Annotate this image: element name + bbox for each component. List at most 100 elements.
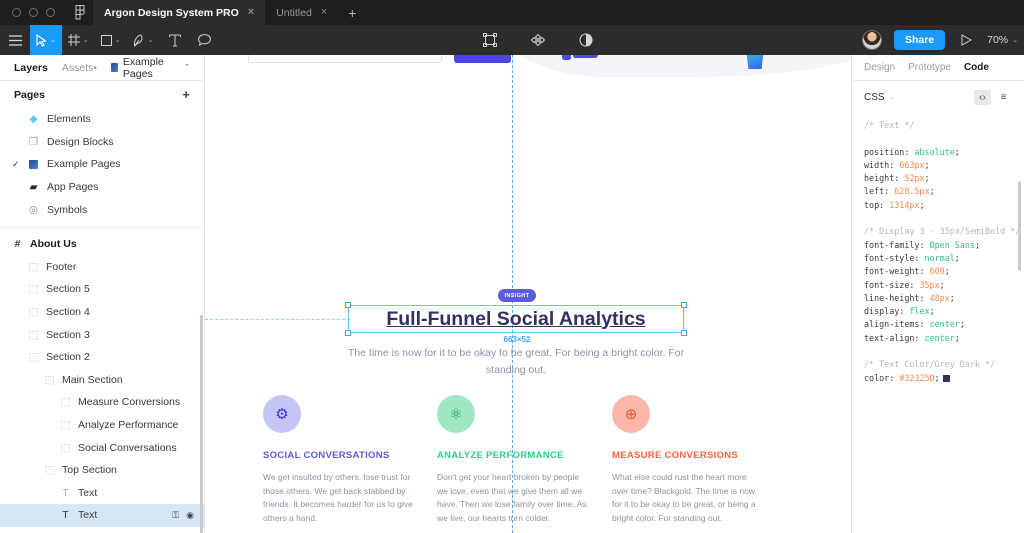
color-swatch[interactable] [942,374,950,382]
tab-code[interactable]: Code [964,62,989,73]
layer-row[interactable]: ⬚ Section 3 [0,323,204,346]
code-prop: left: [864,186,890,197]
layer-row[interactable]: ⬚ Analyze Performance [0,414,204,437]
features-row: ⚙ SOCIAL CONVERSATIONS We get insulted b… [205,395,851,533]
resize-handle-top-left[interactable] [345,302,351,308]
feature-card-analyze-performance[interactable]: ⚛ ANALYZE PERFORMANCE Don't get your hea… [437,395,611,533]
layer-row[interactable]: ⬚ Footer [0,256,204,279]
pen-tool-button[interactable]: ⌄ [127,25,160,55]
document-tab-active[interactable]: Argon Design System PRO × [93,0,266,25]
zoom-level-dropdown[interactable]: 70% ⌄ [981,25,1024,55]
lock-icon[interactable]: ⚿ [172,510,179,521]
page-item-design-blocks[interactable]: ❐ Design Blocks [0,131,204,154]
main-menu-button[interactable] [0,25,30,55]
image-icon [111,63,118,72]
selection-dimensions-label: 663×52 [503,335,531,344]
frame-icon: ⬚ [28,328,39,341]
code-value: 35px [919,279,940,290]
right-panel-tabs: Design Prototype Code [852,55,1024,81]
page-selector[interactable]: Example Pages ⌃ [111,56,190,80]
scale-tool-button[interactable] [475,25,505,55]
page-item-app-pages[interactable]: ▰ App Pages [0,176,204,199]
insight-badge: INSIGHT [498,289,536,302]
layer-row[interactable]: ⬚ Measure Conversions [0,391,204,414]
layer-row[interactable]: ⬚ Social Conversations [0,436,204,459]
components-tool-button[interactable] [523,25,553,55]
chevron-up-icon: ⌃ [184,64,190,71]
present-button[interactable] [951,25,981,55]
email-field[interactable] [248,55,442,63]
layer-row[interactable]: ⬚ Section 5 [0,278,204,301]
frame-icon: ⬚ [28,283,39,296]
code-panel[interactable]: /* Text */ position: absolute; width: 66… [852,113,1024,533]
add-page-button[interactable]: + [182,88,190,101]
frame-icon: ⬚ [60,396,71,409]
layer-label: Measure Conversions [78,396,181,409]
avatar[interactable] [856,25,888,55]
shape-tool-button[interactable]: ⌄ [95,25,127,55]
chevron-down-icon[interactable]: ⌄ [50,37,56,44]
layer-label: Section 5 [46,283,90,296]
chevron-down-icon[interactable]: ⌄ [115,37,121,44]
feature-title: SOCIAL CONVERSATIONS [263,450,390,461]
close-window-button[interactable] [12,8,21,17]
resize-handle-top-right[interactable] [681,302,687,308]
tab-assets[interactable]: Assets• [62,62,97,74]
close-icon[interactable]: × [248,7,254,18]
page-item-example-pages[interactable]: ✓ Example Pages [0,153,204,176]
close-icon[interactable]: × [321,7,327,18]
layer-row[interactable]: ⬚ Section 2 [0,346,204,369]
layer-row[interactable]: ⬚ Section 4 [0,301,204,324]
minimize-window-button[interactable] [29,8,38,17]
new-tab-button[interactable]: + [338,6,366,20]
share-button[interactable]: Share [893,30,946,50]
eye-icon[interactable]: ◉ [186,510,194,521]
layer-row[interactable]: ⬚ Main Section [0,369,204,392]
layer-row[interactable]: ⬚ Top Section [0,459,204,482]
page-label: Elements [47,113,91,126]
window-controls[interactable] [0,8,67,17]
code-value: absolute [914,146,955,157]
chevron-down-icon[interactable]: ⌄ [83,37,89,44]
layer-label: Text [78,486,98,499]
design-canvas[interactable]: INSIGHT Full-Funnel Social Analytics 663… [205,55,851,533]
left-panel-scrollbar[interactable] [200,315,203,533]
globe-icon: ⊕ [612,395,650,433]
layer-row[interactable]: T Text [0,482,204,505]
left-sidebar: Layers Assets• Example Pages ⌃ Pages + ◆… [0,55,205,533]
right-panel-scrollbar[interactable] [1018,181,1021,271]
chevron-down-icon[interactable]: ⌄ [148,37,154,44]
maximize-window-button[interactable] [46,8,55,17]
language-dropdown[interactable]: CSS [864,92,885,103]
feature-card-measure-conversions[interactable]: ⊕ MEASURE CONVERSIONS What else could ru… [612,395,786,533]
figma-logo-icon[interactable] [67,5,93,20]
move-tool-button[interactable]: ⌄ [30,25,62,55]
page-item-symbols[interactable]: ◎ Symbols [0,198,204,221]
code-value: Open Sans [929,239,975,250]
view-code-button[interactable]: ‹› [974,89,991,105]
text-icon: T [62,486,69,499]
tab-layers[interactable]: Layers [14,62,48,74]
submit-button[interactable] [454,55,511,63]
tab-design[interactable]: Design [864,62,895,73]
layer-row-selected[interactable]: T Text ⚿ ◉ [0,504,204,527]
text-tool-button[interactable] [160,25,190,55]
page-item-elements[interactable]: ◆ Elements [0,108,204,131]
resize-handle-bottom-left[interactable] [345,330,351,336]
layer-row[interactable]: # About Us [0,233,204,256]
gear-icon: ⚙ [263,395,301,433]
symbol-icon: ◎ [28,203,39,216]
chevron-down-icon[interactable]: ⌄ [889,94,895,101]
mask-tool-button[interactable] [571,25,601,55]
code-prop: font-style: [864,252,920,263]
tab-prototype[interactable]: Prototype [908,62,951,73]
css-code-block: /* Text */ position: absolute; width: 66… [864,120,1021,383]
resize-handle-bottom-right[interactable] [681,330,687,336]
frame-tool-button[interactable]: ⌄ [62,25,95,55]
illustration-figure-icon [573,55,598,58]
document-tab-untitled[interactable]: Untitled × [265,0,338,25]
comment-tool-button[interactable] [190,25,220,55]
selection-box[interactable] [345,302,687,336]
feature-card-social-conversations[interactable]: ⚙ SOCIAL CONVERSATIONS We get insulted b… [263,395,437,533]
view-list-button[interactable]: ≡ [995,90,1012,105]
